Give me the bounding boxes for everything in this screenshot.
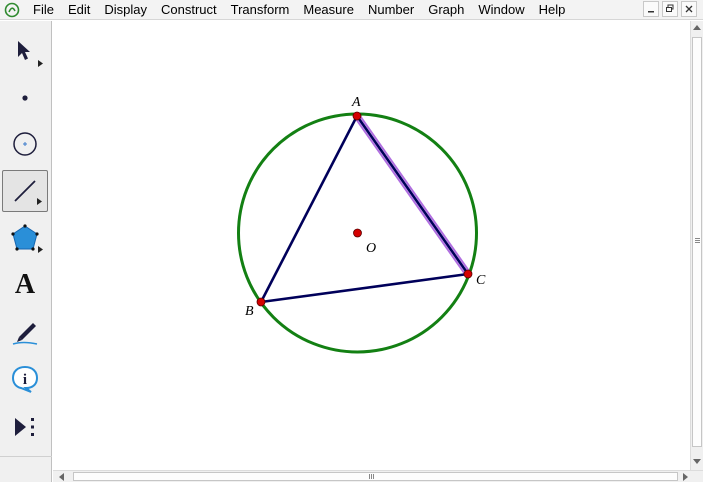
label-O[interactable]: O bbox=[366, 241, 376, 256]
scroll-grip-icon bbox=[695, 238, 700, 244]
minimize-button[interactable] bbox=[643, 1, 659, 17]
minimize-icon bbox=[648, 11, 654, 13]
marker-tool[interactable] bbox=[2, 311, 48, 353]
text-tool[interactable]: A bbox=[2, 264, 48, 306]
menu-graph[interactable]: Graph bbox=[421, 0, 471, 20]
menu-file[interactable]: File bbox=[26, 0, 61, 20]
tool-submenu-triangle-icon bbox=[37, 198, 42, 205]
pentagon-icon bbox=[11, 224, 39, 251]
selection-arrow-tool[interactable] bbox=[2, 31, 48, 73]
sketch-drawing: A B C O bbox=[237, 95, 486, 354]
info-i-glyph: i bbox=[23, 372, 27, 388]
label-A[interactable]: A bbox=[351, 95, 361, 110]
label-B[interactable]: B bbox=[245, 304, 254, 319]
scroll-left-icon[interactable] bbox=[58, 473, 64, 481]
arrow-icon bbox=[18, 41, 30, 60]
sketch-canvas[interactable]: A B C O bbox=[53, 21, 690, 470]
scroll-up-icon[interactable] bbox=[693, 24, 701, 30]
scroll-grip-icon bbox=[369, 474, 375, 479]
scroll-down-icon[interactable] bbox=[693, 459, 701, 465]
restore-button[interactable] bbox=[662, 1, 678, 17]
menu-measure[interactable]: Measure bbox=[296, 0, 361, 20]
menu-edit[interactable]: Edit bbox=[61, 0, 97, 20]
restore-icon bbox=[666, 4, 674, 12]
menu-window[interactable]: Window bbox=[471, 0, 531, 20]
segment-BC[interactable] bbox=[260, 272, 469, 304]
close-icon bbox=[685, 5, 693, 13]
horizontal-scrollbar[interactable] bbox=[53, 470, 703, 482]
scroll-right-icon[interactable] bbox=[683, 473, 689, 481]
info-icon: i bbox=[11, 365, 39, 393]
segment-AB[interactable] bbox=[259, 115, 359, 303]
app-logo-icon bbox=[4, 2, 20, 17]
close-button[interactable] bbox=[681, 1, 697, 17]
tool-submenu-triangle-icon bbox=[38, 60, 43, 67]
pen-icon bbox=[12, 323, 38, 345]
point-tool[interactable] bbox=[2, 77, 48, 119]
menu-construct[interactable]: Construct bbox=[154, 0, 224, 20]
point-C[interactable] bbox=[463, 269, 473, 279]
polygon-tool[interactable] bbox=[2, 217, 48, 259]
vertical-scroll-thumb[interactable] bbox=[692, 37, 702, 447]
play-more-icon bbox=[15, 418, 34, 436]
custom-tools[interactable] bbox=[2, 406, 48, 448]
menu-transform[interactable]: Transform bbox=[224, 0, 297, 20]
compass-tool[interactable] bbox=[2, 123, 48, 165]
menu-display[interactable]: Display bbox=[97, 0, 154, 20]
point-B[interactable] bbox=[256, 297, 266, 307]
tool-submenu-triangle-icon bbox=[38, 246, 43, 253]
horizontal-scroll-thumb[interactable] bbox=[73, 472, 678, 481]
straightedge-tool[interactable] bbox=[2, 170, 48, 212]
segment-icon bbox=[14, 180, 36, 202]
information-tool[interactable]: i bbox=[2, 358, 48, 400]
point-A[interactable] bbox=[352, 111, 362, 121]
label-C[interactable]: C bbox=[476, 273, 486, 288]
menu-bar: File Edit Display Construct Transform Me… bbox=[0, 0, 703, 20]
menu-number[interactable]: Number bbox=[361, 0, 421, 20]
menu-help[interactable]: Help bbox=[532, 0, 573, 20]
point-O[interactable] bbox=[353, 228, 362, 238]
point-icon bbox=[22, 95, 28, 101]
toolbox-divider bbox=[0, 456, 52, 457]
vertical-scrollbar[interactable] bbox=[690, 21, 703, 470]
toolbox: A i bbox=[0, 21, 52, 482]
window-controls bbox=[643, 1, 697, 17]
circle-icon bbox=[13, 132, 37, 156]
text-A-icon: A bbox=[14, 269, 36, 300]
